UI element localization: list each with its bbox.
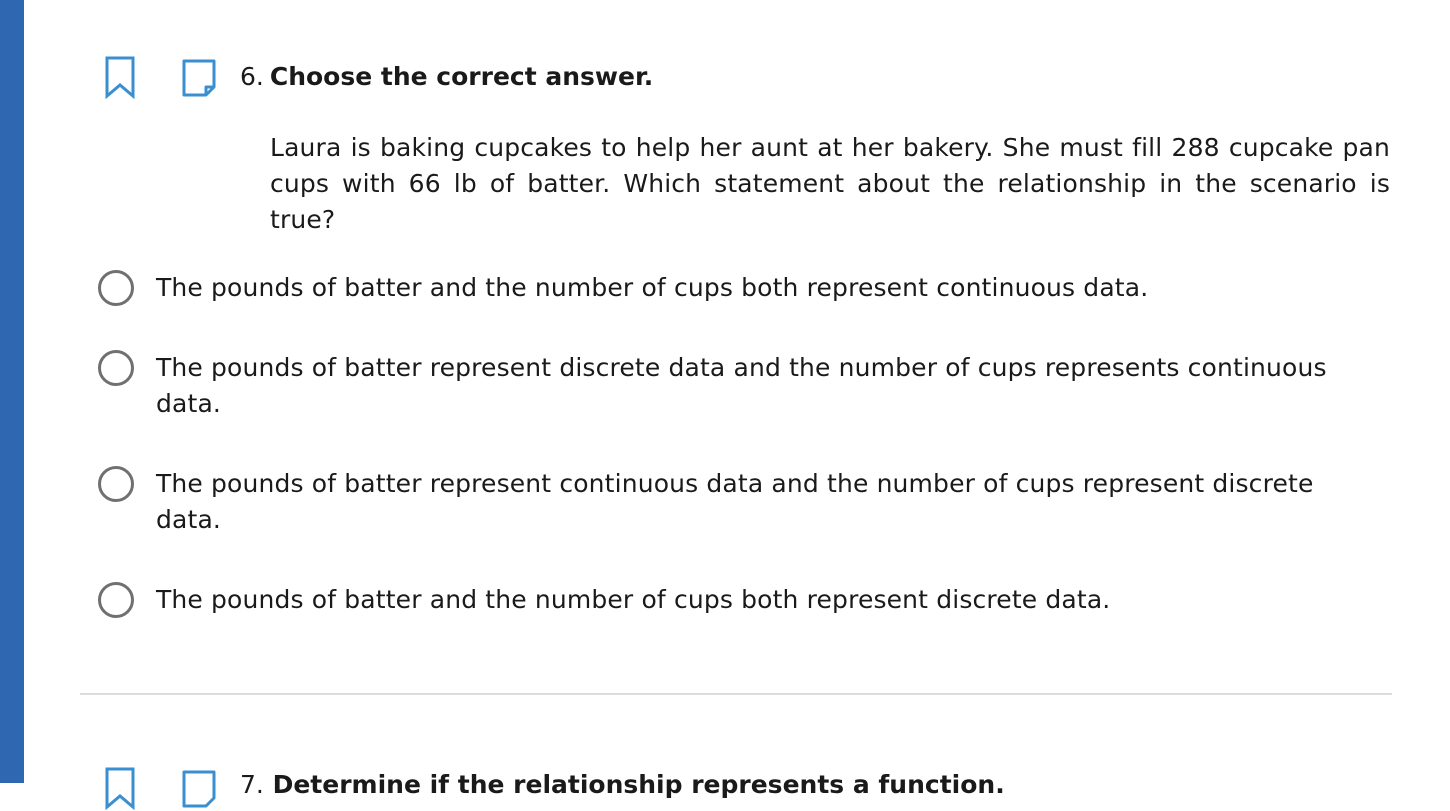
next-question-instruction: Determine if the relationship represents…: [272, 770, 1005, 799]
answer-option-label: The pounds of batter and the number of c…: [156, 273, 1149, 302]
question-number: 6.: [240, 62, 264, 91]
next-question-number: 7.: [240, 770, 264, 799]
answer-option-3[interactable]: The pounds of batter represent continuou…: [98, 466, 1388, 538]
answer-option-2[interactable]: The pounds of batter represent discrete …: [98, 350, 1388, 422]
answer-option-label: The pounds of batter and the number of c…: [156, 585, 1111, 614]
question-instruction: Choose the correct answer.: [269, 62, 654, 91]
answer-option-1[interactable]: The pounds of batter and the number of c…: [98, 270, 1388, 306]
next-bookmark-button[interactable]: [100, 766, 140, 810]
next-question-header: 7. Determine if the relationship represe…: [240, 766, 1005, 804]
note-icon: [182, 59, 216, 97]
question-divider: [80, 693, 1392, 695]
question-6: 6. Choose the correct answer. Laura is ba…: [0, 0, 1450, 810]
question-prompt: Laura is baking cupcakes to help her aun…: [270, 133, 1390, 234]
next-note-button[interactable]: [178, 767, 218, 811]
question-header: 6. Choose the correct answer.: [240, 58, 653, 96]
radio-button-4[interactable]: [98, 582, 134, 618]
answer-option-label: The pounds of batter represent continuou…: [156, 469, 1314, 534]
radio-button-1[interactable]: [98, 270, 134, 306]
bookmark-button[interactable]: [100, 55, 140, 99]
bookmark-icon: [105, 767, 135, 810]
radio-button-2[interactable]: [98, 350, 134, 386]
answer-option-label: The pounds of batter represent discrete …: [156, 353, 1327, 418]
note-button[interactable]: [178, 56, 218, 100]
note-icon: [182, 770, 216, 808]
bookmark-icon: [105, 56, 135, 99]
answer-option-4[interactable]: The pounds of batter and the number of c…: [98, 582, 1388, 618]
radio-button-3[interactable]: [98, 466, 134, 502]
